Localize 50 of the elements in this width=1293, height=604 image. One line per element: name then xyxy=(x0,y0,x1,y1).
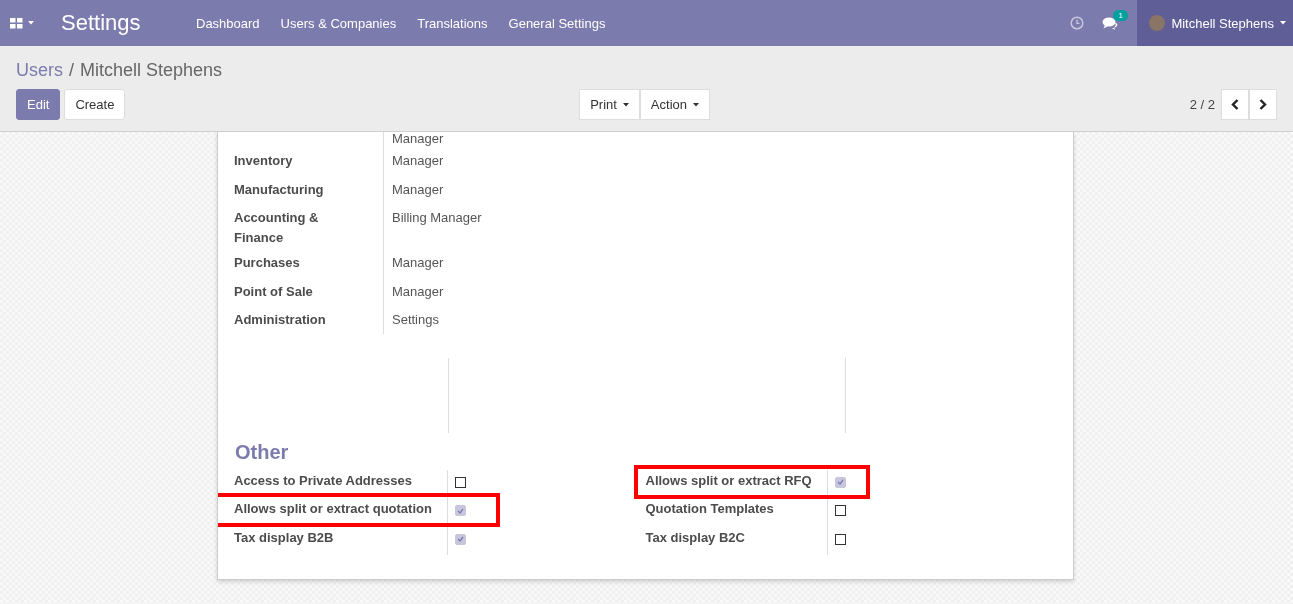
user-menu[interactable]: Mitchell Stephens xyxy=(1137,0,1293,46)
field-label: Administration xyxy=(234,311,327,329)
menu-item[interactable]: General Settings xyxy=(498,15,616,31)
field-label: Access to Private Addresses xyxy=(234,471,413,490)
pager-value: 2 / 2 xyxy=(1189,97,1215,112)
field-label: Inventory xyxy=(234,152,294,170)
field-label: Tax display B2B xyxy=(234,528,335,547)
field-label: Quotation Templates xyxy=(645,500,775,518)
chat-icon[interactable] xyxy=(1102,16,1120,30)
chevron-left-icon xyxy=(1231,99,1239,110)
field-value: Manager xyxy=(383,132,452,146)
checkbox[interactable] xyxy=(834,533,846,545)
field-label: Allows split or extract RFQ xyxy=(645,471,813,490)
checkbox[interactable] xyxy=(455,476,466,488)
field-value: Settings xyxy=(383,305,447,334)
avatar-icon xyxy=(1149,15,1166,31)
field-value: Billing Manager xyxy=(383,203,490,248)
field-label: Accounting & Finance xyxy=(234,209,320,247)
menu-item[interactable]: Users & Companies xyxy=(270,15,407,31)
menu-item[interactable]: Translations xyxy=(406,15,499,31)
chevron-right-icon xyxy=(1259,99,1267,110)
field-value: Manager xyxy=(383,174,452,203)
breadcrumb-separator: / xyxy=(69,59,75,81)
caret-icon xyxy=(622,102,629,107)
section-title: Other xyxy=(235,440,290,464)
dropdown-button[interactable]: Print xyxy=(579,89,640,120)
grid-icon xyxy=(10,17,23,29)
previous-button[interactable] xyxy=(1221,89,1249,120)
caret-icon xyxy=(693,102,699,107)
edit-button[interactable]: Edit xyxy=(16,89,61,120)
field-label: Point of Sale xyxy=(234,282,314,301)
caret-icon xyxy=(1280,21,1286,25)
field-value: Manager xyxy=(383,276,452,305)
menu-item[interactable]: Dashboard xyxy=(185,15,271,31)
field-value: Manager xyxy=(383,146,452,175)
next-button[interactable] xyxy=(1249,89,1277,120)
app-title: Settings xyxy=(61,10,141,36)
breadcrumb-current: Mitchell Stephens xyxy=(80,59,223,81)
field-label: Manufacturing xyxy=(234,180,325,199)
caret-icon xyxy=(28,21,34,25)
field-label: Tax display B2C xyxy=(645,528,746,547)
field-label: Allows split or extract quotation xyxy=(234,500,433,518)
message-count-badge: 1 xyxy=(1113,10,1128,21)
field-label: Purchases xyxy=(234,254,301,272)
checkbox[interactable] xyxy=(834,505,846,516)
clock-icon[interactable] xyxy=(1070,16,1085,30)
breadcrumb-link[interactable]: Users xyxy=(16,59,63,81)
field-value: Manager xyxy=(383,248,452,277)
dropdown-button[interactable]: Action xyxy=(639,89,710,120)
create-button[interactable]: Create xyxy=(64,89,126,120)
